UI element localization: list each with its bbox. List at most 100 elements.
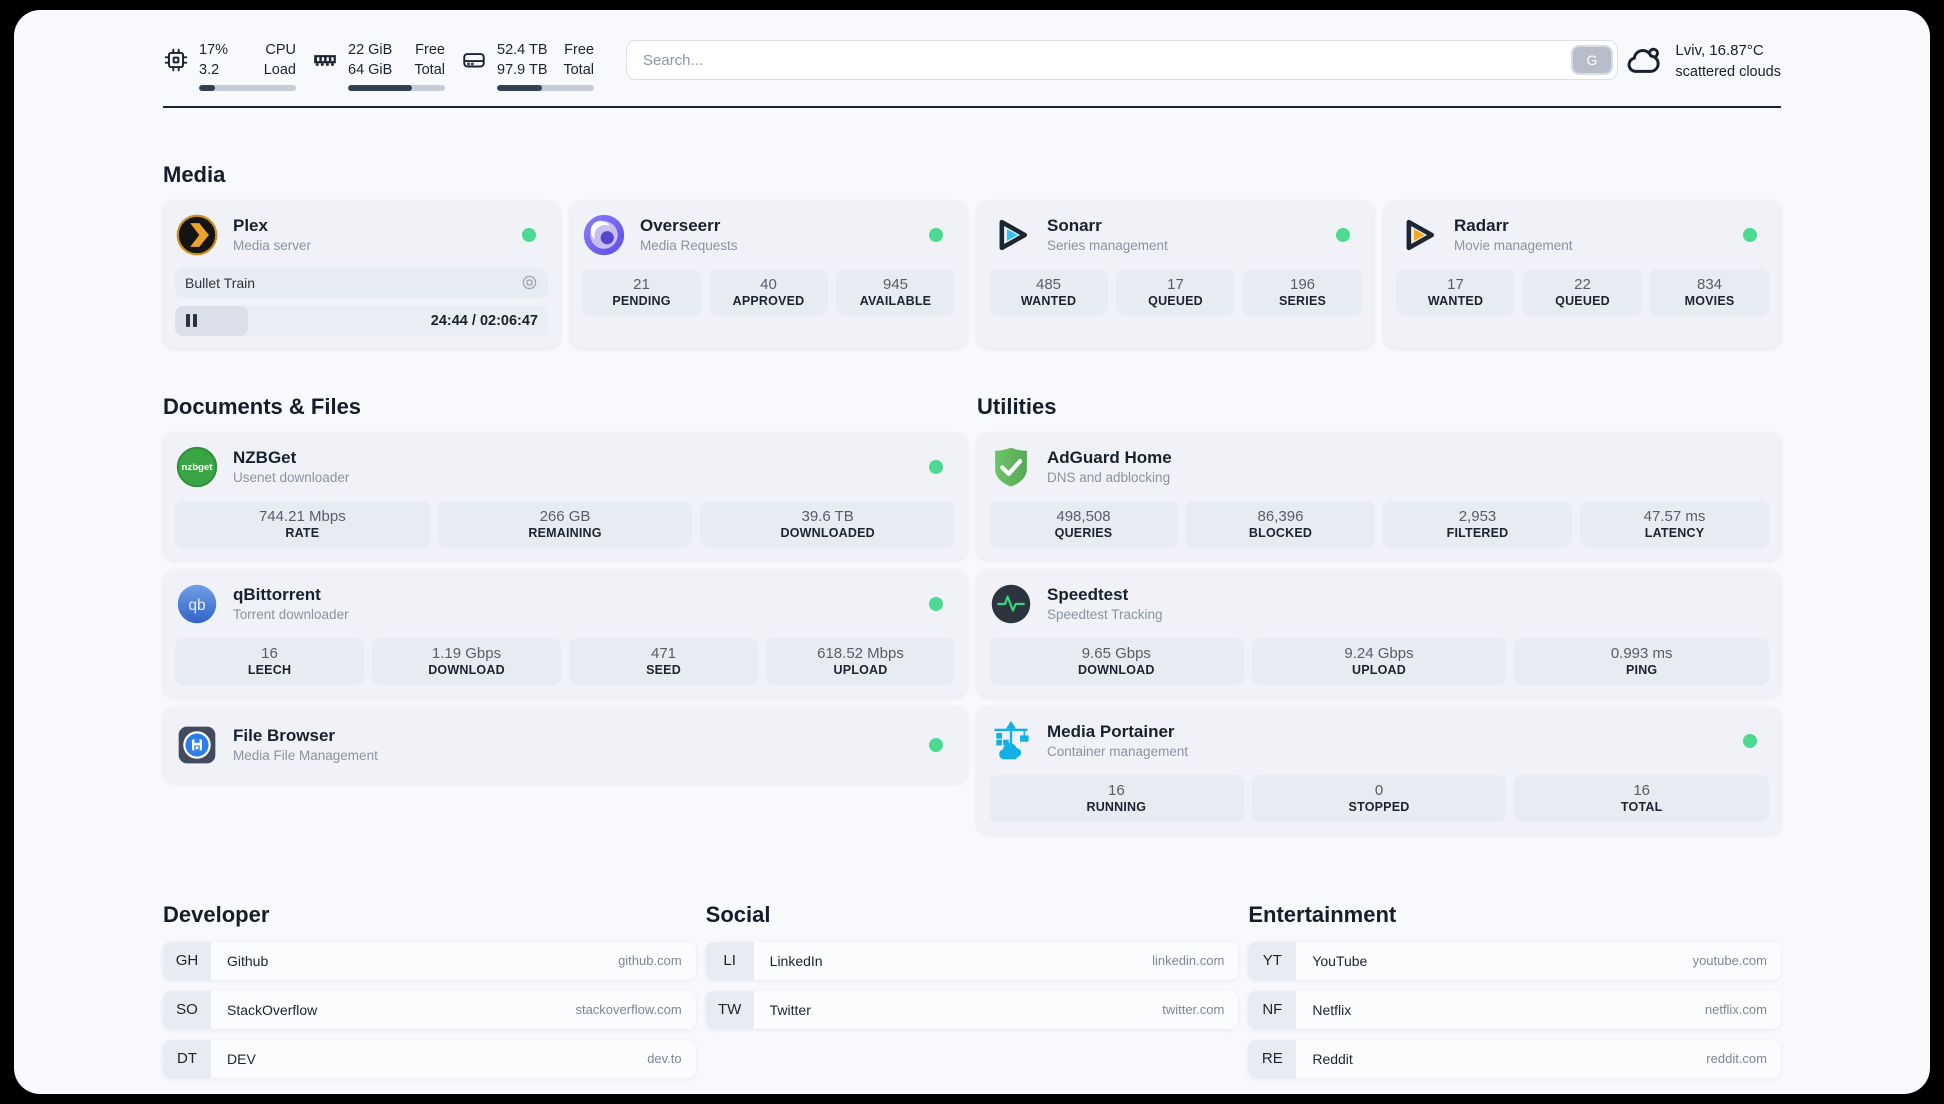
weather-widget[interactable]: Lviv, 16.87°C scattered clouds [1625, 40, 1781, 83]
ram-total-value: 64 GiB [348, 62, 393, 79]
now-playing-progress: 24:44 / 02:06:47 [175, 305, 548, 336]
stat-wanted: 17 WANTED [1396, 268, 1515, 316]
bookmark-name: Github [227, 952, 269, 969]
stat-upload: 9.24 Gbps UPLOAD [1251, 637, 1507, 685]
search-provider-button[interactable]: G [1571, 45, 1613, 75]
bookmark-name: Netflix [1312, 1001, 1352, 1018]
cpu-progress-bar [199, 84, 296, 91]
disk-progress-fill [497, 84, 542, 91]
bookmark-url: reddit.com [1706, 1051, 1767, 1067]
service-card-portainer[interactable]: Media Portainer Container management 16 … [977, 706, 1781, 834]
pause-icon[interactable] [186, 314, 197, 328]
top-bar: 17% 3.2 CPU Load 22 GiB 64 GiB Free Tota… [163, 40, 1781, 91]
service-subtitle: Series management [1047, 238, 1168, 254]
service-card-speedtest[interactable]: Speedtest Speedtest Tracking 9.65 Gbps D… [977, 569, 1781, 697]
stat-wanted: 485 WANTED [989, 268, 1108, 316]
bookmark-group-title: Social [705, 901, 771, 927]
status-dot [1743, 733, 1757, 748]
bookmark-name: StackOverflow [227, 1001, 318, 1018]
service-subtitle: DNS and adblocking [1047, 470, 1171, 486]
service-card-nzbget[interactable]: nzbget NZBGet Usenet downloader 744.21 M… [163, 432, 967, 560]
service-subtitle: Torrent downloader [233, 607, 349, 623]
service-card-plex[interactable]: Plex Media server Bullet Train 24:44 / 0… [163, 200, 560, 348]
disk-total-label: Total [563, 62, 594, 79]
bookmark-url: twitter.com [1162, 1002, 1225, 1018]
dashboard-panel: 17% 3.2 CPU Load 22 GiB 64 GiB Free Tota… [14, 10, 1930, 1094]
service-title: AdGuard Home [1047, 448, 1172, 468]
cpu-progress-fill [199, 84, 216, 91]
ram-free-label: Free [415, 42, 445, 58]
bookmark-reddit[interactable]: RE Reddit reddit.com [1248, 1039, 1781, 1078]
bookmark-abbr: RE [1248, 1039, 1297, 1078]
disk-icon [461, 47, 487, 91]
service-title: Plex [233, 216, 268, 236]
bookmark-stackoverflow[interactable]: SO StackOverflow stackoverflow.com [163, 990, 696, 1029]
status-dot [929, 227, 943, 242]
service-title: Overseerr [640, 216, 721, 236]
bookmark-abbr: SO [163, 990, 211, 1029]
now-playing-open-icon[interactable] [521, 274, 538, 291]
bookmark-linkedin[interactable]: LI LinkedIn linkedin.com [705, 941, 1239, 980]
cloud-icon [1625, 42, 1663, 81]
disk-free-label: Free [564, 42, 594, 58]
stat-series: 196 SERIES [1243, 268, 1362, 316]
bookmark-github[interactable]: GH Github github.com [163, 941, 696, 980]
service-subtitle: Usenet downloader [233, 470, 350, 486]
search-bar: G [626, 40, 1618, 80]
stat-downloaded: 39.6 TB DOWNLOADED [700, 500, 956, 548]
service-subtitle: Speedtest Tracking [1047, 607, 1163, 623]
disk-widget: 52.4 TB 97.9 TB Free Total [461, 40, 594, 91]
ram-icon [312, 47, 338, 91]
bookmark-netflix[interactable]: NF Netflix netflix.com [1248, 990, 1781, 1029]
stat-approved: 40 APPROVED [709, 268, 828, 316]
stat-stopped: 0 STOPPED [1251, 774, 1507, 822]
service-card-radarr[interactable]: Radarr Movie management 17 WANTED 22 QUE… [1384, 200, 1781, 348]
qbittorrent-icon: qb [175, 582, 219, 626]
service-subtitle: Media Requests [640, 238, 738, 254]
service-subtitle: Media File Management [233, 748, 378, 764]
adguard-icon [989, 445, 1033, 489]
service-subtitle: Movie management [1454, 238, 1573, 254]
section-title-media: Media [163, 161, 226, 187]
disk-total-value: 97.9 TB [497, 62, 548, 79]
cpu-usage-value: 17% [199, 42, 229, 58]
stat-queries: 498,508 QUERIES [989, 500, 1178, 548]
cpu-load-label: Load [263, 62, 296, 79]
service-card-overseerr[interactable]: Overseerr Media Requests 21 PENDING 40 A… [570, 200, 967, 348]
bookmark-name: DEV [227, 1050, 256, 1067]
bookmark-name: Twitter [769, 1001, 811, 1018]
service-title: qBittorrent [233, 585, 321, 605]
service-card-qbittorrent[interactable]: qb qBittorrent Torrent downloader 16 LEE… [163, 569, 967, 697]
service-card-filebrowser[interactable]: File Browser Media File Management [163, 706, 967, 783]
cpu-label: CPU [265, 42, 296, 58]
service-title: Speedtest [1047, 585, 1129, 605]
cpu-icon [163, 47, 189, 91]
overseerr-icon [582, 213, 626, 257]
filebrowser-icon [175, 723, 219, 767]
bookmark-abbr: DT [163, 1039, 211, 1078]
stat-leech: 16 LEECH [175, 637, 364, 685]
status-dot [929, 596, 943, 611]
svg-text:nzbget: nzbget [182, 462, 214, 473]
bookmark-group-developer: Developer GH Github github.com SO StackO… [163, 902, 696, 1089]
bookmark-url: dev.to [647, 1051, 682, 1067]
stat-running: 16 RUNNING [989, 774, 1244, 822]
ram-free-value: 22 GiB [348, 42, 393, 58]
service-subtitle: Container management [1047, 744, 1189, 760]
stat-queued: 22 QUEUED [1523, 268, 1642, 316]
stat-pending: 21 PENDING [582, 268, 701, 316]
svg-text:qb: qb [188, 597, 206, 614]
service-card-adguard[interactable]: AdGuard Home DNS and adblocking 498,508 … [977, 432, 1781, 560]
nzbget-icon: nzbget [175, 445, 219, 489]
stat-ping: 0.993 ms PING [1514, 637, 1770, 685]
stat-filtered: 2,953 FILTERED [1383, 500, 1572, 548]
now-playing-bar: Bullet Train [175, 267, 548, 298]
bookmark-dev[interactable]: DT DEV dev.to [163, 1039, 696, 1078]
bookmark-youtube[interactable]: YT YouTube youtube.com [1248, 941, 1781, 980]
service-card-sonarr[interactable]: Sonarr Series management 485 WANTED 17 Q… [977, 200, 1374, 348]
search-input[interactable] [626, 40, 1618, 80]
sonarr-icon [989, 213, 1033, 257]
bookmark-twitter[interactable]: TW Twitter twitter.com [705, 990, 1239, 1029]
status-dot [1336, 227, 1350, 242]
documents-column: Documents & Files nzbget NZBGet Usenet d… [163, 394, 967, 844]
